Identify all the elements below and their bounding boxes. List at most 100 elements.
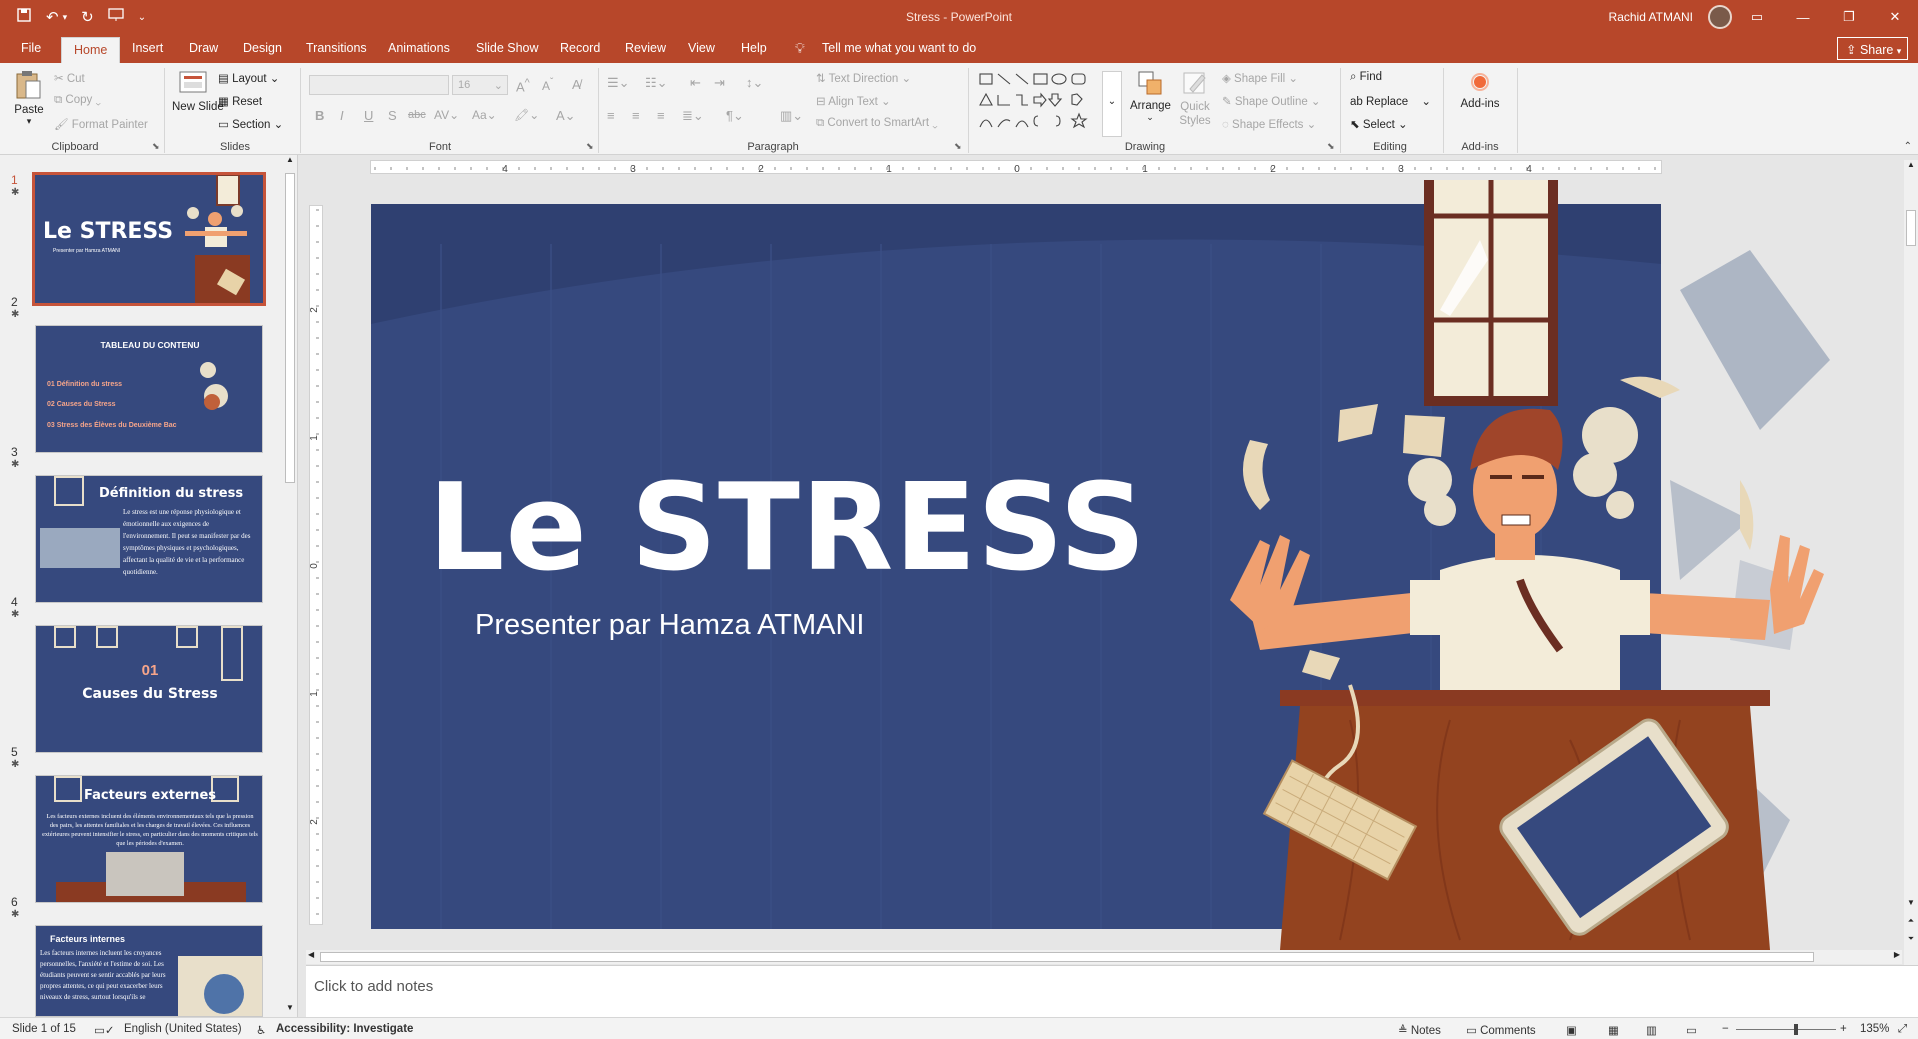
tab-draw[interactable]: Draw: [189, 41, 218, 55]
shape-effects-button[interactable]: ◌ Shape Effects ⌄: [1222, 117, 1316, 131]
restore-button[interactable]: ❐: [1826, 0, 1872, 34]
format-painter-button[interactable]: 🖌︎ Format Painter: [54, 117, 148, 131]
increase-font-size-button[interactable]: A^: [516, 77, 530, 94]
reset-button[interactable]: ▦ Reset: [218, 94, 262, 108]
slide-vertical-scrollbar[interactable]: ▲ ▼ ⏶ ⏷: [1904, 160, 1918, 965]
font-size-combobox[interactable]: 16 ⌄: [452, 75, 508, 95]
find-button[interactable]: ⌕ Find: [1350, 71, 1382, 84]
tab-review[interactable]: Review: [625, 41, 666, 55]
change-case-button[interactable]: Aa⌄: [472, 108, 497, 122]
language-indicator[interactable]: English (United States): [124, 1023, 242, 1035]
zoom-out-icon[interactable]: −: [1722, 1023, 1729, 1035]
align-right-button[interactable]: ≡: [657, 108, 665, 123]
slide-title[interactable]: Le STRESS: [428, 459, 1147, 598]
replace-button[interactable]: ab Replace ⌄: [1350, 94, 1431, 108]
line-spacing-button[interactable]: ↕⌄: [746, 75, 763, 91]
align-text-button[interactable]: ⊟ Align Text ⌄: [816, 94, 891, 108]
arrange-button[interactable]: Arrange ⌄: [1130, 69, 1171, 123]
shapes-gallery[interactable]: [978, 71, 1100, 137]
tab-home[interactable]: Home: [61, 37, 121, 63]
italic-button[interactable]: I: [340, 108, 344, 123]
slide-thumbnail-1[interactable]: Le STRESS Presenter par Hamza ATMANI: [32, 172, 266, 306]
increase-indent-button[interactable]: ⇥: [714, 75, 725, 91]
slide-thumbnail-5[interactable]: Facteurs externes Les facteurs externes …: [35, 775, 263, 903]
tab-record[interactable]: Record: [560, 41, 600, 55]
dialog-launcher-icon[interactable]: ⬊: [1327, 141, 1335, 152]
scroll-up-icon[interactable]: ▲: [1904, 160, 1918, 174]
copy-button[interactable]: ⧉ Copy ⌄: [54, 94, 101, 107]
font-name-combobox[interactable]: [309, 75, 449, 95]
justify-button[interactable]: ≣⌄: [682, 108, 704, 124]
tab-animations[interactable]: Animations: [388, 41, 450, 55]
zoom-in-icon[interactable]: +: [1840, 1023, 1847, 1035]
highlight-color-button[interactable]: 🖍︎⌄: [514, 108, 539, 122]
shape-fill-button[interactable]: ◈ Shape Fill ⌄: [1222, 71, 1298, 85]
align-left-button[interactable]: ≡: [607, 108, 615, 123]
dialog-launcher-icon[interactable]: ⬊: [586, 141, 594, 152]
slide-horizontal-scrollbar[interactable]: ◀ ▶: [306, 950, 1902, 964]
font-color-button[interactable]: A⌄: [556, 108, 576, 124]
zoom-level[interactable]: 135%: [1860, 1023, 1889, 1035]
text-shadow-button[interactable]: S: [388, 108, 397, 123]
reading-view-icon[interactable]: ▥: [1646, 1023, 1657, 1037]
text-direction-ltr-button[interactable]: ¶⌄: [726, 108, 744, 124]
dialog-launcher-icon[interactable]: ⬊: [954, 141, 962, 152]
accessibility-status[interactable]: Accessibility: Investigate: [276, 1023, 413, 1035]
bold-button[interactable]: B: [315, 108, 324, 123]
slide-thumbnail-2[interactable]: TABLEAU DU CONTENU 01 Définition du stre…: [35, 325, 263, 453]
share-button[interactable]: ⇪ Share ▾: [1837, 37, 1908, 60]
slide-sorter-icon[interactable]: ▦: [1608, 1023, 1619, 1037]
scroll-up-icon[interactable]: ▲: [283, 155, 297, 169]
next-slide-icon[interactable]: ⏷: [1904, 934, 1918, 948]
comments-toggle[interactable]: ▭ Comments: [1466, 1023, 1536, 1037]
thumbnail-scrollbar[interactable]: ▲ ▼: [283, 155, 297, 1017]
addins-button[interactable]: Add-ins: [1452, 69, 1508, 110]
notes-placeholder[interactable]: Click to add notes: [314, 978, 433, 995]
tab-view[interactable]: View: [688, 41, 715, 55]
cut-button[interactable]: ✂︎ Cut: [54, 71, 85, 85]
shape-outline-button[interactable]: ✎ Shape Outline ⌄: [1222, 94, 1321, 108]
spelling-check-icon[interactable]: ▭✓: [94, 1023, 115, 1037]
previous-slide-icon[interactable]: ⏶: [1904, 916, 1918, 930]
slide-thumbnail-6[interactable]: Facteurs internes Les facteurs internes …: [35, 925, 263, 1017]
thumbnail-scroll-thumb[interactable]: [285, 173, 295, 483]
slide-thumbnail-3[interactable]: Définition du stress Le stress est une r…: [35, 475, 263, 603]
tab-slide-show[interactable]: Slide Show: [476, 41, 539, 55]
collapse-ribbon-icon[interactable]: ⌃: [1904, 141, 1912, 152]
normal-view-icon[interactable]: ▣: [1566, 1023, 1577, 1037]
slide-scroll-thumb[interactable]: [1906, 210, 1916, 246]
text-direction-button[interactable]: ⇅ Text Direction ⌄: [816, 71, 911, 85]
slideshow-view-icon[interactable]: ▭: [1686, 1023, 1697, 1037]
minimize-button[interactable]: —: [1780, 0, 1826, 34]
zoom-slider[interactable]: [1736, 1024, 1836, 1035]
character-spacing-button[interactable]: AV⌄: [434, 108, 459, 122]
shapes-more-button[interactable]: ⌄: [1102, 71, 1122, 137]
strikethrough-button[interactable]: abc: [408, 109, 426, 121]
dialog-launcher-icon[interactable]: ⬊: [152, 141, 160, 152]
new-slide-button[interactable]: New Slide: [172, 69, 224, 114]
slide-subtitle[interactable]: Presenter par Hamza ATMANI: [475, 609, 864, 642]
decrease-indent-button[interactable]: ⇤: [690, 75, 701, 91]
convert-smartart-button[interactable]: ⧉ Convert to SmartArt ⌄: [816, 117, 938, 130]
tab-design[interactable]: Design: [243, 41, 282, 55]
layout-button[interactable]: ▤ Layout ⌄: [218, 71, 279, 85]
tab-transitions[interactable]: Transitions: [306, 41, 367, 55]
notes-pane[interactable]: Click to add notes: [306, 965, 1918, 1017]
underline-button[interactable]: U: [364, 108, 373, 123]
decrease-font-size-button[interactable]: Aˇ: [542, 77, 553, 93]
ribbon-display-options-icon[interactable]: ▭: [1734, 0, 1780, 34]
bullets-button[interactable]: ☰⌄: [607, 75, 630, 91]
columns-button[interactable]: ▥⌄: [780, 108, 803, 124]
tell-me-search[interactable]: Tell me what you want to do: [822, 41, 976, 55]
zoom-slider-thumb[interactable]: [1794, 1024, 1798, 1035]
slide-counter[interactable]: Slide 1 of 15: [12, 1023, 76, 1035]
section-button[interactable]: ▭ Section ⌄: [218, 117, 283, 131]
numbering-button[interactable]: ☷⌄: [645, 75, 668, 91]
avatar[interactable]: [1708, 5, 1732, 29]
slide-thumbnail-4[interactable]: 01 Causes du Stress: [35, 625, 263, 753]
tab-help[interactable]: Help: [741, 41, 767, 55]
fit-to-window-icon[interactable]: ⤢: [1898, 1023, 1907, 1036]
scroll-left-icon[interactable]: ◀: [308, 950, 314, 959]
scroll-down-icon[interactable]: ▼: [1904, 898, 1918, 912]
align-center-button[interactable]: ≡: [632, 108, 640, 123]
